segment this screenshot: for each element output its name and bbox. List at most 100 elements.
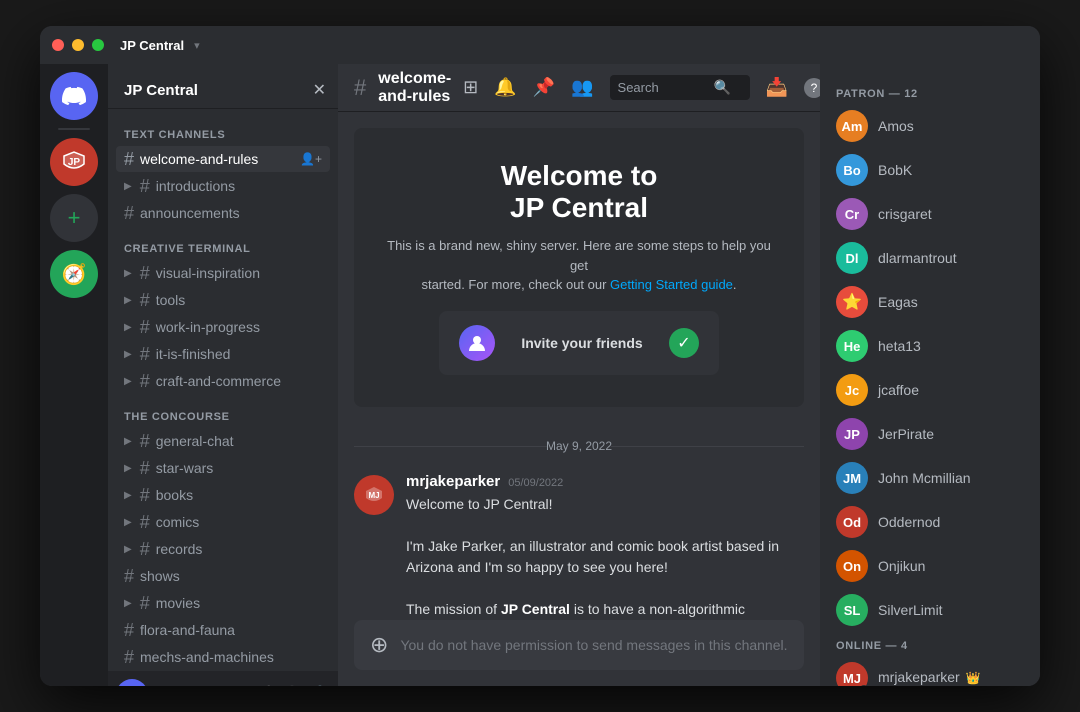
member-avatar: ⭐ (836, 286, 868, 318)
mic-icon[interactable]: 🎤 (254, 685, 274, 686)
minimize-button[interactable] (72, 39, 84, 51)
date-separator: May 9, 2022 (338, 439, 820, 453)
member-jcaffoe[interactable]: Jc jcaffoe (828, 368, 1032, 412)
collapse-arrow-icon: ▶ (124, 181, 132, 192)
member-name: Amos (878, 118, 914, 134)
member-name: heta13 (878, 338, 921, 354)
channel-shows[interactable]: # shows (116, 563, 330, 589)
member-avatar: Am (836, 110, 868, 142)
channel-name: craft-and-commerce (156, 373, 322, 389)
server-divider (58, 128, 90, 130)
member-john-mcmillian[interactable]: JM John Mcmillian (828, 456, 1032, 500)
member-avatar: JP (836, 418, 868, 450)
member-heta13[interactable]: He heta13 (828, 324, 1032, 368)
hash-icon: # (140, 345, 150, 363)
channel-welcome-and-rules[interactable]: # welcome-and-rules 👤+ (116, 146, 330, 172)
channel-comics[interactable]: ▶ # comics (116, 509, 330, 535)
member-avatar: Cr (836, 198, 868, 230)
channel-it-is-finished[interactable]: ▶ # it-is-finished (116, 341, 330, 367)
threads-icon[interactable]: ⊞ (463, 77, 478, 98)
channel-books[interactable]: ▶ # books (116, 482, 330, 508)
channel-star-wars[interactable]: ▶ # star-wars (116, 455, 330, 481)
discord-server-icon[interactable] (50, 72, 98, 120)
channel-name: it-is-finished (156, 346, 322, 362)
message-header: mrjakeparker 05/09/2022 (406, 473, 804, 490)
member-avatar: Bo (836, 154, 868, 186)
hash-icon: # (140, 432, 150, 450)
members-icon[interactable]: 👥 (571, 77, 593, 98)
channel-mechs-and-machines[interactable]: # mechs-and-machines (116, 644, 330, 670)
member-avatar: MJ (836, 662, 868, 686)
channel-introductions[interactable]: ▶ # introductions (116, 173, 330, 199)
invite-box[interactable]: Invite your friends ✓ (439, 311, 719, 375)
channel-announcements[interactable]: # announcements (116, 200, 330, 226)
close-button[interactable] (52, 39, 64, 51)
channel-name: shows (140, 568, 322, 584)
online-indicator (859, 685, 869, 686)
server-header[interactable]: JP Central ✕ (108, 64, 338, 109)
notification-icon[interactable]: 🔔 (494, 77, 516, 98)
add-attachment-icon[interactable]: ⊕ (370, 632, 388, 658)
search-bar[interactable]: 🔍 (610, 75, 750, 100)
channel-flora-and-fauna[interactable]: # flora-and-fauna (116, 617, 330, 643)
hash-icon: # (124, 621, 134, 639)
help-icon[interactable]: ? (804, 78, 820, 98)
member-name: dlarmantrout (878, 250, 957, 266)
hash-icon: # (124, 648, 134, 666)
title-chevron-icon: ▾ (194, 39, 200, 52)
hash-icon: # (124, 150, 134, 168)
member-mrjakeparker[interactable]: MJ mrjakeparker 👑 (828, 656, 1032, 686)
collapse-arrow-icon: ▶ (124, 463, 132, 474)
channel-general-chat[interactable]: ▶ # general-chat (116, 428, 330, 454)
input-placeholder: You do not have permission to send messa… (400, 637, 788, 653)
explore-icon[interactable]: 🧭 (50, 250, 98, 298)
member-amos[interactable]: Am Amos (828, 104, 1032, 148)
channel-name: work-in-progress (156, 319, 322, 335)
channel-tools[interactable]: ▶ # tools (116, 287, 330, 313)
pinned-icon[interactable]: 📌 (533, 77, 555, 98)
search-input[interactable] (618, 80, 708, 95)
channel-name: announcements (140, 205, 322, 221)
collapse-arrow-icon: ▶ (124, 598, 132, 609)
member-bobk[interactable]: Bo BobK (828, 148, 1032, 192)
inbox-icon[interactable]: 📥 (766, 77, 788, 98)
member-silverlimit[interactable]: SL SilverLimit (828, 588, 1032, 632)
input-area: ⊕ You do not have permission to send mes… (338, 620, 820, 686)
channel-visual-inspiration[interactable]: ▶ # visual-inspiration (116, 260, 330, 286)
channel-name: star-wars (156, 460, 322, 476)
member-avatar: Dl (836, 242, 868, 274)
headphones-icon[interactable]: 🎧 (282, 685, 302, 686)
channel-movies[interactable]: ▶ # movies (116, 590, 330, 616)
creative-terminal-label: CREATIVE TERMINAL (108, 227, 338, 259)
member-name: jcaffoe (878, 382, 919, 398)
channel-name: comics (156, 514, 322, 530)
message-avatar: MJ (354, 475, 394, 515)
channel-name: general-chat (156, 433, 322, 449)
text-channels-label: TEXT CHANNELS (108, 113, 338, 145)
app-body: JP + 🧭 JP Central ✕ TEXT CHANNELS # welc… (40, 64, 1040, 686)
member-jerpirate[interactable]: JP JerPirate (828, 412, 1032, 456)
channel-craft-and-commerce[interactable]: ▶ # craft-and-commerce (116, 368, 330, 394)
member-eagas[interactable]: ⭐ Eagas (828, 280, 1032, 324)
channel-records[interactable]: ▶ # records (116, 536, 330, 562)
online-section-label: ONLINE — 4 (828, 632, 1032, 656)
member-crisgaret[interactable]: Cr crisgaret (828, 192, 1032, 236)
maximize-button[interactable] (92, 39, 104, 51)
svg-text:JP: JP (68, 157, 81, 168)
invite-checkmark: ✓ (669, 328, 699, 358)
collapse-arrow-icon: ▶ (124, 268, 132, 279)
member-dlarmantrout[interactable]: Dl dlarmantrout (828, 236, 1032, 280)
channel-work-in-progress[interactable]: ▶ # work-in-progress (116, 314, 330, 340)
server-sidebar: JP + 🧭 (40, 64, 108, 686)
channel-name: movies (156, 595, 322, 611)
member-oddernod[interactable]: Od Oddernod (828, 500, 1032, 544)
channel-name: records (156, 541, 322, 557)
getting-started-link[interactable]: Getting Started guide (610, 277, 733, 292)
jp-central-server-icon[interactable]: JP (50, 138, 98, 186)
server-settings-icon: ✕ (313, 80, 326, 100)
add-server-icon[interactable]: + (50, 194, 98, 242)
member-onjikun[interactable]: On Onjikun (828, 544, 1032, 588)
channel-hash-icon: # (354, 75, 366, 101)
member-avatar: On (836, 550, 868, 582)
settings-icon[interactable]: ⚙️ (310, 685, 330, 686)
